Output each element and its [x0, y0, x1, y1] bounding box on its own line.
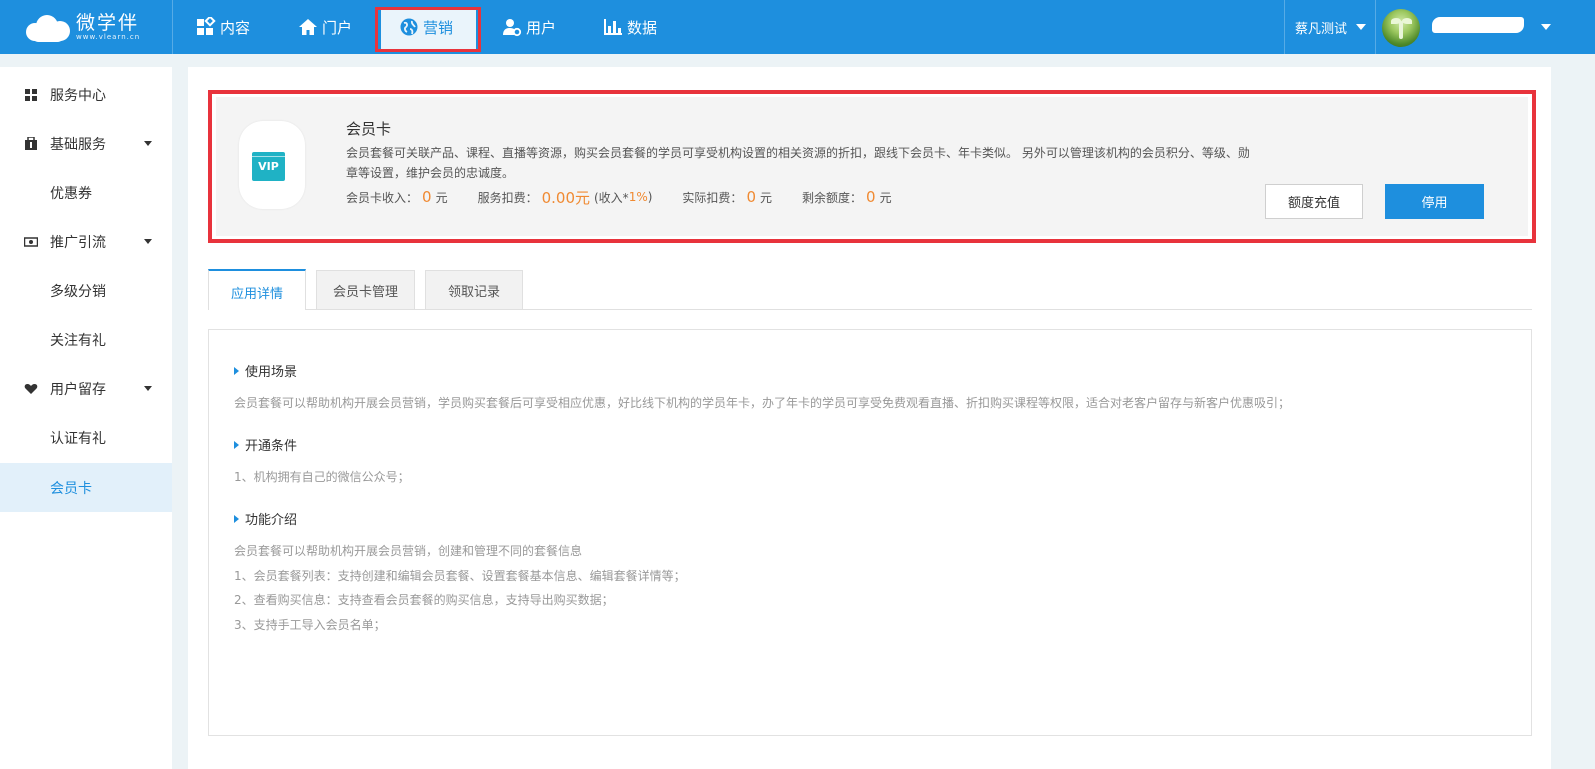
avatar[interactable] — [1382, 9, 1420, 47]
sidebar-item-label: 基础服务 — [50, 136, 106, 153]
activation-condition-text: 1、机构拥有自己的微信公众号； — [234, 470, 410, 484]
section-feature-intro: 功能介绍 — [234, 509, 297, 528]
triangle-right-icon — [234, 440, 239, 449]
scroll-gutter — [1551, 67, 1595, 769]
app-description: 会员套餐可关联产品、课程、直播等资源，购买会员套餐的学员可享受机构设置的相关资源… — [346, 146, 1250, 180]
user-gear-icon — [503, 19, 522, 37]
actual-fee-unit: 元 — [759, 190, 772, 205]
sidebar-item-label: 优惠券 — [50, 185, 92, 202]
fee-label: 服务扣费： — [477, 190, 538, 205]
sidebar-item-label: 用户留存 — [50, 381, 106, 398]
actual-fee-value: 0 — [746, 188, 756, 206]
sidebar-item-label: 多级分销 — [50, 283, 106, 300]
briefcase-icon — [25, 136, 37, 150]
sidebar-item-user-retention[interactable]: 用户留存 — [0, 364, 172, 413]
triangle-right-icon — [234, 366, 239, 375]
sidebar-item-label: 服务中心 — [50, 87, 106, 104]
feature-line: 3、支持手工导入会员名单； — [234, 618, 386, 632]
divider — [1375, 0, 1376, 54]
vip-card-icon: VIP — [252, 152, 285, 181]
disable-app-button[interactable]: 停用 — [1385, 184, 1484, 219]
tab-card-management[interactable]: 会员卡管理 — [316, 270, 415, 310]
feature-line: 1、会员套餐列表：支持创建和编辑会员套餐、设置套餐基本信息、编辑套餐详情等； — [234, 569, 686, 583]
user-menu-caret-icon[interactable] — [1541, 24, 1551, 30]
logo-url: www.vlearn.cn — [76, 32, 141, 41]
sidebar-item-service-center[interactable]: 服务中心 — [0, 70, 172, 119]
divider — [172, 0, 173, 54]
brand-logo[interactable]: 微学伴 www.vlearn.cn — [24, 10, 140, 44]
grid-icon — [25, 88, 37, 101]
tab-claim-records[interactable]: 领取记录 — [425, 270, 523, 310]
actual-fee-label: 实际扣费： — [682, 190, 743, 205]
top-navigation-bar: 微学伴 www.vlearn.cn 内容 门户 营销 用户 数据 蔡凡测试 — [0, 0, 1595, 54]
sidebar-item-promotion[interactable]: 推广引流 — [0, 217, 172, 266]
caret-down-icon — [1356, 24, 1367, 30]
remaining-quota-label: 剩余额度： — [802, 190, 863, 205]
cloud-logo-icon — [24, 11, 72, 43]
section-title: 使用场景 — [245, 365, 298, 380]
sidebar-item-label: 推广引流 — [50, 234, 106, 251]
sidebar-item-basic-services[interactable]: 基础服务 — [0, 119, 172, 168]
nav-content-label: 内容 — [220, 18, 251, 37]
nav-marketing-label: 营销 — [423, 18, 454, 37]
fee-note-prefix: (收入* — [594, 190, 629, 205]
details-panel — [208, 329, 1532, 736]
home-icon — [299, 19, 317, 35]
feature-line: 2、查看购买信息：支持查看会员套餐的购买信息，支持导出购买数据； — [234, 593, 614, 607]
fee-note-suffix: ) — [647, 190, 653, 204]
sidebar-item-label: 会员卡 — [50, 480, 92, 497]
heart-icon — [24, 383, 38, 394]
caret-down-icon — [144, 239, 152, 244]
caret-down-icon — [144, 386, 152, 391]
usage-scenario-text: 会员套餐可以帮助机构开展会员营销，学员购买套餐后可享受相应优惠，好比线下机构的学… — [234, 396, 1291, 410]
section-usage-scenario: 使用场景 — [234, 361, 297, 380]
income-label: 会员卡收入： — [346, 190, 419, 205]
nav-marketing[interactable]: 营销 — [399, 0, 453, 54]
sidebar-item-follow-gift[interactable]: 关注有礼 — [0, 315, 172, 364]
app-stats: 会员卡收入： 0 元 服务扣费： 0.00元 (收入* 1%) 实际扣费： 0 元… — [346, 186, 892, 208]
section-title: 功能介绍 — [245, 513, 298, 528]
cash-icon — [24, 236, 38, 247]
sidebar-item-label: 关注有礼 — [50, 332, 106, 349]
nav-portal-label: 门户 — [322, 18, 353, 37]
fee-value: 0.00元 — [541, 188, 590, 207]
redacted-username — [1432, 17, 1524, 33]
logo-name: 微学伴 — [76, 11, 140, 34]
income-value: 0 — [422, 188, 432, 206]
bar-chart-icon — [604, 19, 622, 35]
sidebar-item-verification-gift[interactable]: 认证有礼 — [0, 413, 172, 462]
org-name: 蔡凡测试 — [1295, 21, 1348, 37]
sidebar-item-label: 认证有礼 — [50, 430, 106, 447]
section-title: 开通条件 — [245, 439, 298, 454]
sidebar-item-multi-level-distribution[interactable]: 多级分销 — [0, 266, 172, 315]
triangle-right-icon — [234, 514, 239, 523]
section-activation-conditions: 开通条件 — [234, 435, 297, 454]
income-unit: 元 — [435, 190, 448, 205]
tab-app-details[interactable]: 应用详情 — [208, 269, 306, 310]
remaining-quota-unit: 元 — [879, 190, 892, 205]
caret-down-icon — [144, 141, 152, 146]
sidebar-item-coupons[interactable]: 优惠券 — [0, 168, 172, 217]
sidebar-item-membership-card[interactable]: 会员卡 — [0, 463, 172, 512]
nav-content[interactable]: 内容 — [196, 0, 250, 54]
nav-data-label: 数据 — [627, 18, 658, 37]
nav-portal[interactable]: 门户 — [298, 0, 352, 54]
globe-icon — [400, 18, 418, 36]
nav-data[interactable]: 数据 — [603, 0, 657, 54]
nav-users-label: 用户 — [526, 18, 557, 37]
fee-rate: 1% — [628, 190, 648, 204]
feature-line: 会员套餐可以帮助机构开展会员营销，创建和管理不同的套餐信息 — [234, 544, 583, 558]
nav-users[interactable]: 用户 — [502, 0, 556, 54]
recharge-quota-button[interactable]: 额度充值 — [1265, 184, 1363, 219]
divider — [1284, 0, 1285, 54]
apps-grid-icon — [197, 17, 216, 35]
sidebar: 服务中心 基础服务 优惠券 推广引流 多级分销 关注有礼 用户留存 认证有礼 会 — [0, 67, 172, 769]
remaining-quota-value: 0 — [866, 188, 876, 206]
org-switcher[interactable]: 蔡凡测试 — [1295, 0, 1367, 54]
app-title: 会员卡 — [346, 120, 392, 138]
